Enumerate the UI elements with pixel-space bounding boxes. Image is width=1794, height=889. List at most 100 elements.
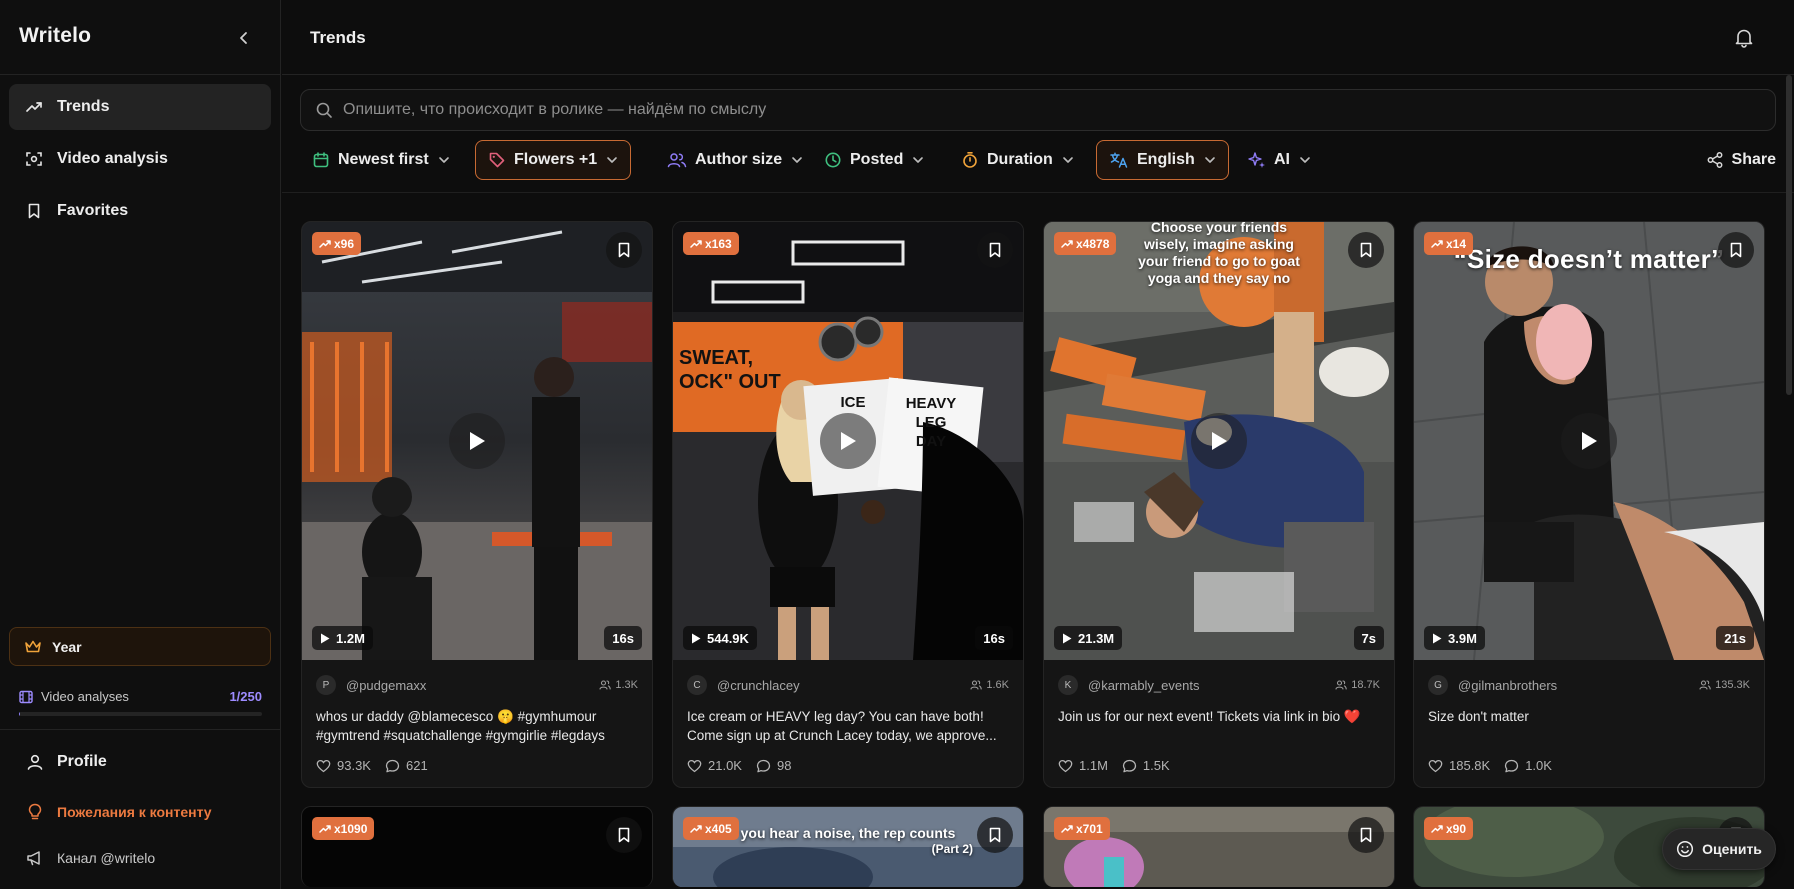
trend-value: x90: [1446, 821, 1467, 836]
author-handle[interactable]: @karmably_events: [1088, 678, 1199, 693]
video-thumbnail[interactable]: x1090: [302, 807, 652, 887]
language-filter[interactable]: English: [1096, 140, 1229, 180]
users-icon: [667, 151, 687, 169]
video-card[interactable]: “Size doesn’t matter” x14 3.9M 21s G @gi…: [1413, 221, 1765, 788]
rate-label: Оценить: [1702, 841, 1762, 857]
video-thumbnail[interactable]: you hear a noise, the rep counts (Part 2…: [673, 807, 1023, 887]
bookmark-button[interactable]: [1348, 232, 1384, 268]
plan-badge[interactable]: Year: [9, 627, 271, 666]
bookmark-button[interactable]: [606, 817, 642, 853]
video-caption: Join us for our next event! Tickets via …: [1058, 709, 1361, 724]
sidebar-item-trends[interactable]: Trends: [9, 84, 271, 130]
trend-value: x405: [705, 821, 732, 836]
scrollbar[interactable]: [1786, 75, 1792, 395]
bookmark-icon: [989, 827, 1001, 843]
video-thumbnail[interactable]: x701: [1044, 807, 1394, 887]
play-button[interactable]: [820, 413, 876, 469]
bookmark-icon: [1360, 242, 1372, 258]
trending-up-icon: [23, 96, 45, 118]
play-button[interactable]: [449, 413, 505, 469]
posted-filter[interactable]: Posted: [812, 140, 936, 180]
usage-bar: [19, 712, 262, 716]
bookmark-icon: [1730, 242, 1742, 258]
bookmark-button[interactable]: [1718, 232, 1754, 268]
semantic-search-bar[interactable]: [300, 89, 1776, 131]
author-avatar[interactable]: P: [316, 675, 336, 695]
notifications-button[interactable]: [1730, 24, 1758, 52]
video-card[interactable]: x701: [1043, 806, 1395, 887]
video-thumbnail[interactable]: x96 1.2M 16s: [302, 222, 652, 660]
bookmark-button[interactable]: [606, 232, 642, 268]
followers-value: 1.3K: [615, 679, 638, 691]
sort-filter[interactable]: Newest first: [300, 140, 462, 180]
category-filter[interactable]: Flowers +1: [475, 140, 632, 180]
comments-count: 1.0K: [1525, 758, 1552, 773]
rate-app-button[interactable]: Оценить: [1662, 828, 1776, 870]
duration-badge: 7s: [1353, 626, 1384, 650]
comment-icon: [1505, 759, 1519, 772]
author-handle[interactable]: @pudgemaxx: [346, 678, 426, 693]
brand-logo[interactable]: Writelo: [19, 24, 91, 48]
video-card[interactable]: Choose your friends wisely, imagine aski…: [1043, 221, 1395, 788]
collapse-sidebar-button[interactable]: [232, 26, 256, 50]
followers-count: 1.6K: [970, 679, 1009, 691]
telegram-channel-link[interactable]: Канал @writelo: [25, 850, 155, 866]
author-handle[interactable]: @gilmanbrothers: [1458, 678, 1557, 693]
video-thumbnail[interactable]: Choose your friends wisely, imagine aski…: [1044, 222, 1394, 660]
trending-up-icon: [690, 824, 702, 833]
top-bar: Trends: [282, 0, 1794, 75]
video-meta: C @crunchlacey 1.6K Ice cream or HEAVY l…: [673, 660, 1023, 787]
feedback-label: Пожелания к контенту: [57, 804, 212, 820]
trend-multiplier-badge: x90: [1424, 817, 1474, 840]
comment-icon: [1122, 759, 1137, 772]
author-size-filter[interactable]: Author size: [655, 140, 815, 180]
calendar-icon: [312, 151, 330, 169]
sidebar-divider: [0, 74, 281, 75]
play-icon: [841, 432, 856, 450]
content-feedback-link[interactable]: Пожелания к контенту: [25, 803, 212, 821]
likes-count: 21.0K: [708, 758, 742, 773]
search-input[interactable]: [343, 101, 1775, 119]
engagement-stats: 1.1M 1.5K: [1058, 758, 1170, 773]
bookmark-button[interactable]: [1348, 817, 1384, 853]
comments-count: 621: [405, 758, 428, 773]
play-icon: [692, 633, 701, 643]
bookmark-icon: [618, 827, 630, 843]
video-card[interactable]: you hear a noise, the rep counts (Part 2…: [672, 806, 1024, 887]
video-card[interactable]: x96 1.2M 16s P @pudgemaxx 1.3K whos ur d…: [301, 221, 653, 788]
bookmark-button[interactable]: [977, 817, 1013, 853]
play-button[interactable]: [1191, 413, 1247, 469]
author-avatar[interactable]: K: [1058, 675, 1078, 695]
author-avatar[interactable]: C: [687, 675, 707, 695]
usage-label: Video analyses: [41, 689, 129, 704]
followers-count: 1.3K: [599, 679, 638, 691]
ai-filter[interactable]: AI: [1236, 140, 1323, 180]
video-thumbnail[interactable]: SWEAT, OCK" OUT ICE HEAVY LEG DAY x163 5…: [673, 222, 1023, 660]
view-count: 21.3M: [1078, 630, 1115, 646]
followers-count: 135.3K: [1699, 679, 1750, 691]
trend-multiplier-badge: x163: [683, 232, 739, 255]
video-card[interactable]: x1090: [301, 806, 653, 887]
play-icon: [1582, 432, 1597, 450]
video-card[interactable]: SWEAT, OCK" OUT ICE HEAVY LEG DAY x163 5…: [672, 221, 1024, 788]
sidebar-item-profile[interactable]: Profile: [25, 753, 107, 771]
play-button[interactable]: [1561, 413, 1617, 469]
trend-multiplier-badge: x1090: [312, 817, 375, 840]
bell-icon: [1735, 29, 1753, 48]
sidebar-item-favorites[interactable]: Favorites: [9, 188, 271, 234]
trend-value: x701: [1076, 821, 1103, 836]
view-count-badge: 3.9M: [1424, 626, 1485, 650]
video-caption: Size don't matter: [1428, 709, 1529, 724]
bookmark-button[interactable]: [977, 232, 1013, 268]
sidebar-item-video-analysis[interactable]: Video analysis: [9, 136, 271, 182]
view-count: 544.9K: [707, 630, 749, 646]
duration-filter[interactable]: Duration: [949, 140, 1086, 180]
sidebar-item-label: Trends: [57, 98, 110, 115]
likes-count: 1.1M: [1079, 758, 1108, 773]
author-handle[interactable]: @crunchlacey: [717, 678, 800, 693]
video-thumbnail[interactable]: “Size doesn’t matter” x14 3.9M 21s: [1414, 222, 1764, 660]
author-avatar[interactable]: G: [1428, 675, 1448, 695]
share-button[interactable]: Share: [1706, 140, 1776, 180]
filter-label: Posted: [850, 151, 904, 168]
share-icon: [1706, 151, 1724, 169]
